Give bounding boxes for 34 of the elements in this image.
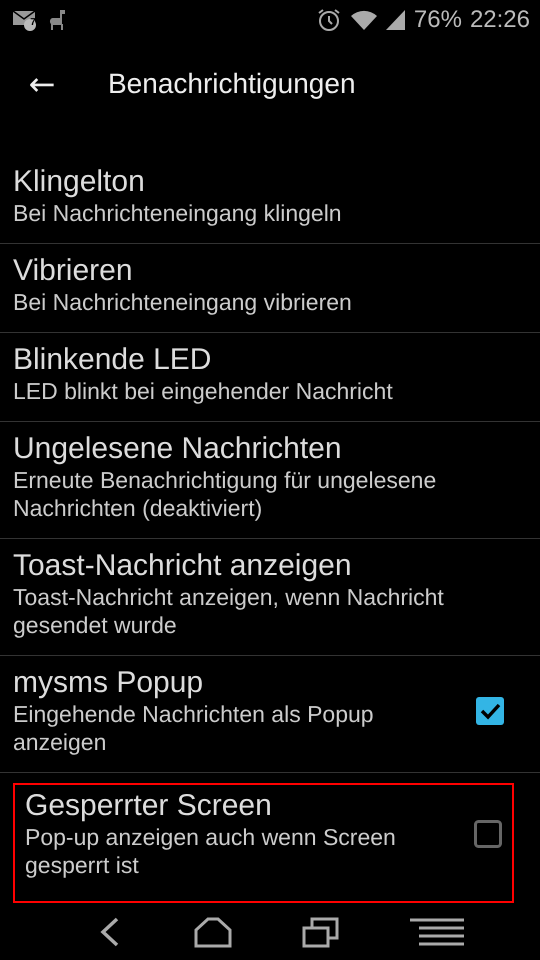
- signal-icon: [386, 8, 406, 32]
- setting-title: Gesperrter Screen: [25, 789, 273, 823]
- setting-row[interactable]: Toast-Nachricht anzeigen Toast-Nachricht anzeigen, wenn Nachricht gesendet wurde: [0, 539, 540, 656]
- setting-summary: Pop-up anzeigen auch wenn Screen gesperrt ist: [25, 823, 397, 879]
- recent-apps-icon[interactable]: [302, 916, 340, 948]
- setting-row[interactable]: Vibrieren Bei Nachrichteneingang vibrieren: [0, 244, 540, 333]
- setting-summary: Eingehende Nachrichten als Popup anzeigen: [13, 700, 375, 756]
- battery-level: 76%: [414, 6, 462, 34]
- setting-summary: Erneute Benachrichtigung für ungelesene Nachrichten (deaktiviert): [13, 466, 438, 522]
- setting-title: mysms Popup: [13, 666, 204, 700]
- mail-icon: [12, 8, 38, 32]
- setting-row[interactable]: Blinkende LED LED blinkt bei eingehender Nachricht: [0, 333, 540, 422]
- alarm-icon: [316, 7, 342, 33]
- setting-title: Ungelesene Nachrichten: [13, 432, 343, 466]
- setting-row[interactable]: mysms Popup Eingehende Nachrichten als Popup anzeigen: [0, 656, 540, 773]
- setting-summary: Bei Nachrichteneingang vibrieren: [13, 288, 353, 316]
- checkbox[interactable]: [474, 820, 502, 848]
- setting-title: Toast-Nachricht anzeigen: [13, 549, 353, 583]
- menu-icon[interactable]: [409, 916, 466, 946]
- setting-summary: Toast-Nachricht anzeigen, wenn Nachricht gesendet wurde: [13, 583, 445, 639]
- setting-summary: Bei Nachrichteneingang klingeln: [13, 199, 343, 227]
- setting-title: Blinkende LED: [13, 343, 212, 377]
- clock: 22:26: [470, 6, 530, 34]
- checkbox[interactable]: [476, 697, 504, 725]
- highlighted-setting-row[interactable]: Gesperrter Screen Pop-up anzeigen auch wenn Screen gesperrt ist: [13, 783, 514, 903]
- back-button[interactable]: ←: [0, 65, 84, 103]
- setting-summary: LED blinkt bei eingehender Nachricht: [13, 377, 394, 405]
- setting-title: Vibrieren: [13, 254, 134, 288]
- setting-title: Klingelton: [13, 165, 146, 199]
- home-icon[interactable]: [194, 916, 232, 948]
- screen-title: Benachrichtigungen: [108, 68, 356, 100]
- setting-row[interactable]: Ungelesene Nachrichten Erneute Benachrichtigung für ungelesene Nachrichten (deaktiviert): [0, 422, 540, 539]
- wifi-icon: [350, 8, 378, 32]
- setting-row[interactable]: Klingelton Bei Nachrichteneingang klingeln: [0, 155, 540, 244]
